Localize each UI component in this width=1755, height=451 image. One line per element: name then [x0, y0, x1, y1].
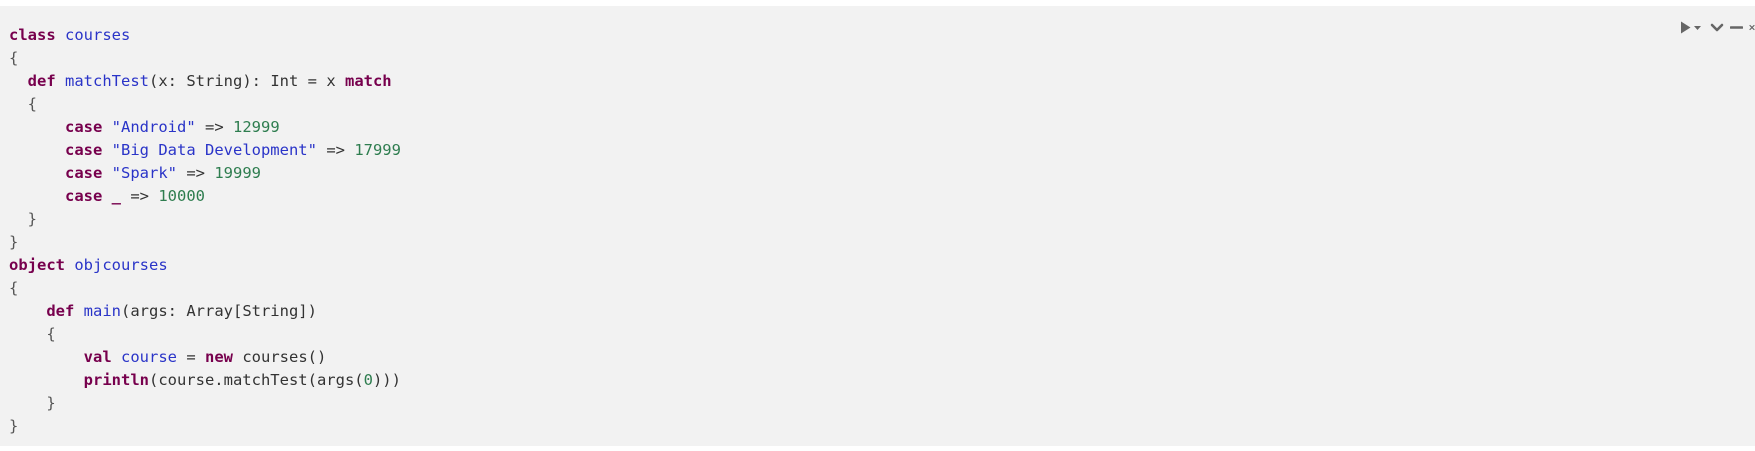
minus-icon	[1730, 25, 1743, 29]
code-token-keyword: new	[205, 348, 233, 366]
code-line: {	[9, 323, 401, 346]
code-token-number: 12999	[233, 118, 280, 136]
code-token-keyword: case	[65, 187, 103, 205]
close-icon	[1749, 24, 1755, 30]
code-token-punct: {	[9, 95, 37, 113]
code-line: val course = new courses()	[9, 346, 401, 369]
code-token-keyword: case	[65, 164, 103, 182]
close-button[interactable]	[1749, 18, 1755, 36]
code-token-plain: courses()	[233, 348, 327, 366]
code-line: }	[9, 231, 401, 254]
code-token-keyword: def	[46, 302, 75, 320]
code-token-plain: (x: String): Int = x	[149, 72, 345, 90]
code-token-keyword: _	[111, 187, 122, 205]
code-token-plain: (course.matchTest(args(	[148, 371, 364, 389]
run-options-button[interactable]	[1693, 18, 1702, 36]
code-token-keyword: case	[65, 141, 103, 159]
code-token-plain: =>	[121, 187, 159, 205]
code-line: class courses	[9, 24, 401, 47]
minimize-button[interactable]	[1730, 18, 1743, 36]
code-token-string: "Spark"	[111, 164, 177, 182]
code-line: println(course.matchTest(args(0)))	[9, 369, 401, 392]
code-line: def matchTest(x: String): Int = x match	[9, 70, 401, 93]
code-token-number: 10000	[158, 187, 206, 205]
code-token-def: matchTest	[65, 72, 150, 90]
code-token-punct: }	[9, 394, 56, 412]
code-toolbar	[1680, 18, 1755, 36]
code-token-plain: )))	[372, 371, 401, 389]
code-token-plain: (args: Array[String])	[121, 302, 317, 320]
code-token-keyword: match	[344, 72, 392, 90]
code-token-keyword: object	[9, 256, 65, 274]
code-token-number: 0	[363, 371, 373, 389]
code-token-def: objcourses	[74, 256, 168, 274]
chevron-down-icon	[1710, 23, 1724, 31]
code-token-keyword: def	[27, 72, 56, 90]
code-line: }	[9, 392, 401, 415]
code-line: case "Big Data Development" => 17999	[9, 139, 401, 162]
code-line: def main(args: Array[String])	[9, 300, 401, 323]
code-line: {	[9, 93, 401, 116]
code-token-plain: =>	[316, 141, 355, 159]
run-icon-button[interactable]	[1680, 18, 1691, 36]
code-line: case "Spark" => 19999	[9, 162, 401, 185]
code-token-def: courses	[65, 26, 131, 44]
code-token-number: 19999	[214, 164, 261, 182]
code-line: {	[9, 47, 401, 70]
code-token-keyword: val	[83, 348, 112, 366]
code-token-punct: {	[9, 279, 19, 297]
code-line: case _ => 10000	[9, 185, 401, 208]
code-line: case "Android" => 12999	[9, 116, 401, 139]
caret-down-icon	[1694, 25, 1701, 30]
code-token-punct: }	[9, 210, 37, 228]
code-line: }	[9, 415, 401, 438]
code-token-def: main	[83, 302, 121, 320]
code-token-string: "Android"	[111, 118, 196, 136]
code-block: class courses { def matchTest(x: String):…	[0, 6, 1755, 446]
code-token-def: course	[121, 348, 177, 366]
code-token-keyword: class	[9, 26, 56, 44]
code-token-plain: =	[177, 348, 205, 366]
code-token-punct: }	[9, 417, 19, 435]
code-token-plain: =>	[177, 164, 215, 182]
expand-button[interactable]	[1710, 18, 1724, 36]
code-token-punct: {	[9, 325, 56, 343]
code-token-punct: }	[9, 233, 19, 251]
code-token-punct: {	[9, 49, 19, 67]
code-token-keyword: println	[83, 371, 149, 389]
code-token-number: 17999	[354, 141, 401, 159]
code-content[interactable]: class courses { def matchTest(x: String):…	[9, 24, 401, 438]
code-token-string: "Big Data Development"	[111, 141, 317, 159]
play-icon	[1681, 21, 1691, 33]
code-token-plain: =>	[195, 118, 233, 136]
code-line: object objcourses	[9, 254, 401, 277]
code-line: {	[9, 277, 401, 300]
code-line: }	[9, 208, 401, 231]
code-token-keyword: case	[65, 118, 103, 136]
